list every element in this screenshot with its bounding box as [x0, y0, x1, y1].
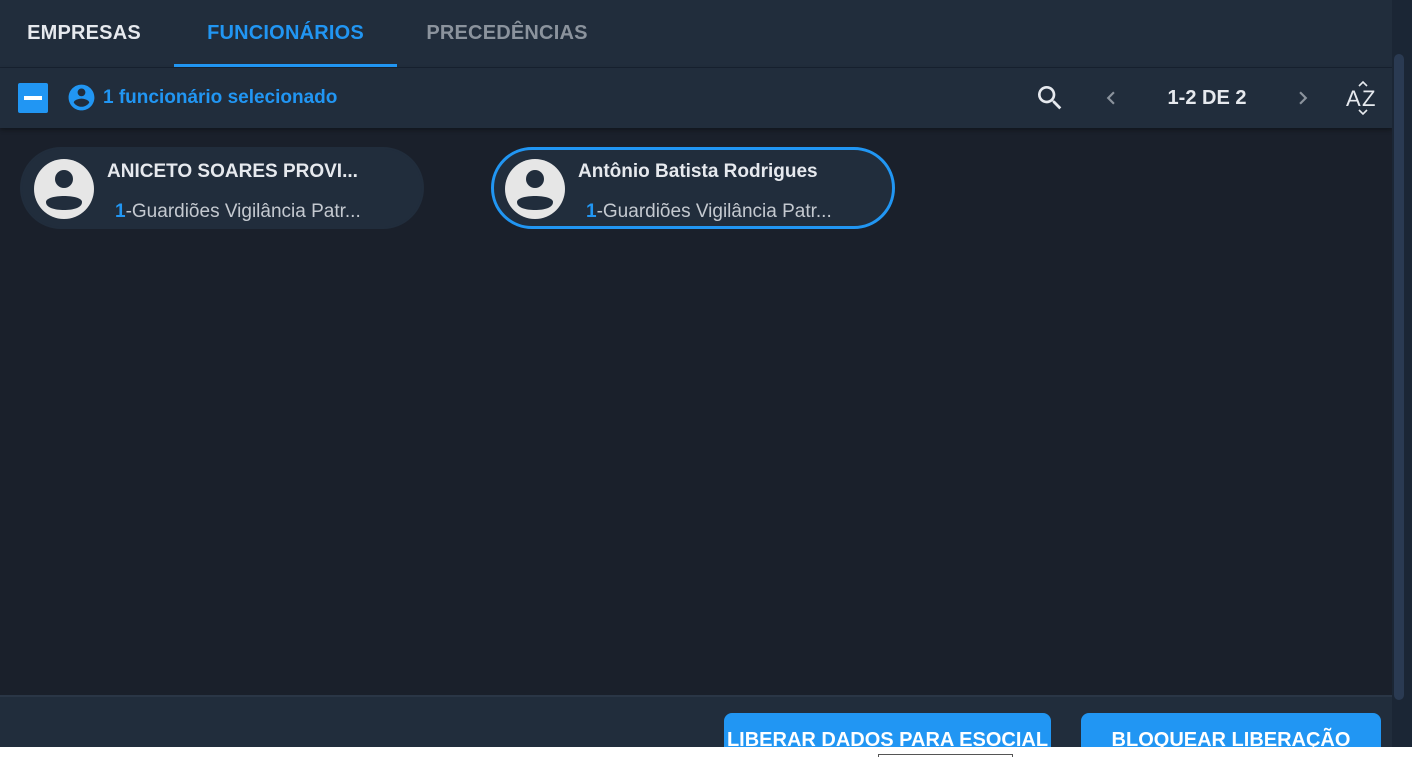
select-all-checkbox[interactable] [18, 83, 48, 113]
company-name: -Guardiões Vigilância Patr... [596, 201, 832, 222]
liberar-dados-esocial-button[interactable]: LIBERAR DADOS PARA ESOCIAL [724, 713, 1051, 747]
minus-checkbox-icon [24, 96, 42, 100]
pagination-text: 1-2 DE 2 [1167, 87, 1247, 109]
employee-card-selected[interactable]: Antônio Batista Rodrigues 1-Guardiões Vi… [491, 147, 895, 229]
bloquear-liberacao-button[interactable]: BLOQUEAR LIBERAÇÃO [1081, 713, 1381, 747]
selection-count-text: 1 funcionário selecionado [103, 87, 338, 108]
avatar-icon [505, 159, 565, 219]
tab-funcionarios[interactable]: FUNCIONÁRIOS [174, 0, 397, 67]
app-window: EMPRESAS FUNCIONÁRIOS PRECEDÊNCIAS 1 fun… [0, 0, 1412, 747]
footer-actions: LIBERAR DADOS PARA ESOCIAL BLOQUEAR LIBE… [0, 695, 1392, 747]
employee-name: ANICETO SOARES PROVI... [107, 161, 358, 182]
chevron-left-icon[interactable] [1098, 84, 1124, 112]
active-tab-indicator [174, 64, 397, 67]
employee-company: 1-Guardiões Vigilância Patr... [586, 201, 886, 223]
list-toolbar: 1 funcionário selecionado 1-2 DE 2 A Z [0, 68, 1392, 128]
employee-company: 1-Guardiões Vigilância Patr... [115, 201, 415, 223]
company-code: 1 [586, 201, 597, 222]
tab-precedencias[interactable]: PRECEDÊNCIAS [403, 0, 611, 67]
company-name: -Guardiões Vigilância Patr... [125, 201, 361, 222]
avatar-icon [34, 159, 94, 219]
tab-bar: EMPRESAS FUNCIONÁRIOS PRECEDÊNCIAS [0, 0, 1392, 68]
search-icon[interactable] [1034, 82, 1066, 114]
chevron-right-icon[interactable] [1290, 84, 1316, 112]
svg-text:Z: Z [1362, 86, 1375, 111]
bottom-strip [0, 747, 1412, 757]
svg-text:A: A [1346, 86, 1361, 111]
tab-empresas[interactable]: EMPRESAS [0, 0, 168, 67]
employee-card[interactable]: ANICETO SOARES PROVI... 1-Guardiões Vigi… [20, 147, 424, 229]
account-circle-icon [68, 84, 95, 111]
employee-name: Antônio Batista Rodrigues [578, 161, 818, 182]
company-code: 1 [115, 201, 126, 222]
scrollbar-thumb[interactable] [1394, 54, 1404, 700]
sort-alphabetical-icon[interactable]: A Z [1342, 80, 1382, 116]
